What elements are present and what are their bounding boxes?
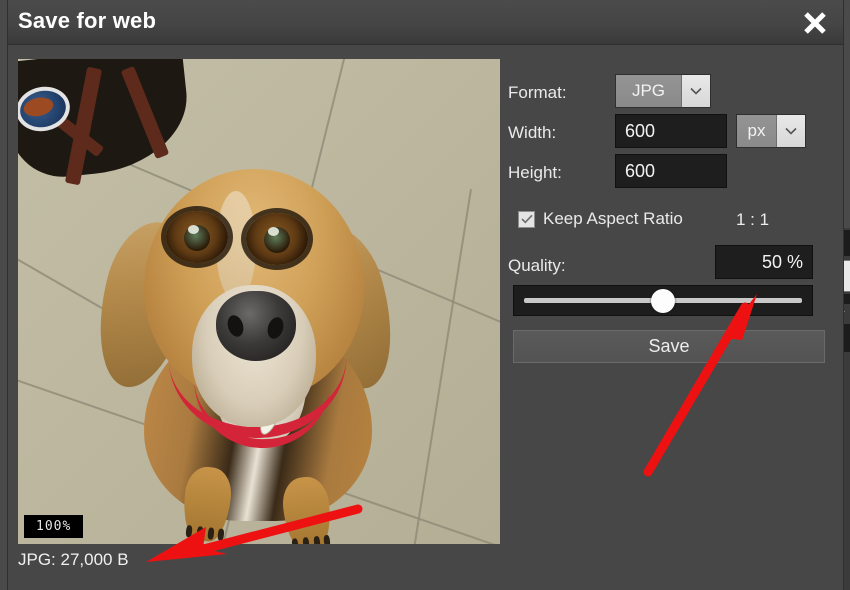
aspect-ratio-value: 1 : 1	[736, 210, 770, 229]
dialog-title: Save for web	[18, 8, 157, 33]
units-value: px	[737, 115, 776, 147]
height-input[interactable]: 600	[615, 154, 727, 188]
format-value: JPG	[616, 75, 681, 107]
preview-photo: 100%	[18, 59, 500, 544]
close-button[interactable]	[795, 2, 835, 42]
dialog-titlebar: Save for web	[8, 0, 843, 45]
save-button-label: Save	[648, 336, 690, 356]
quality-slider-handle[interactable]	[651, 288, 675, 313]
units-select[interactable]: px	[736, 114, 806, 148]
quality-slider-track	[524, 288, 802, 313]
keep-aspect-ratio-label: Keep Aspect Ratio	[543, 209, 683, 228]
zoom-level-badge: 100%	[24, 515, 84, 538]
quality-slider[interactable]	[513, 285, 813, 316]
format-select[interactable]: JPG	[615, 74, 711, 108]
save-button[interactable]: Save	[513, 330, 825, 363]
height-label: Height:	[508, 163, 562, 182]
file-size-label: JPG: 27,000 B	[18, 550, 129, 569]
save-for-web-dialog: Save for web 100% JPG: 27,000 B Format: …	[8, 0, 843, 590]
close-x-icon	[804, 12, 826, 34]
background-left-strip	[0, 0, 8, 590]
image-preview[interactable]: 100%	[18, 59, 500, 544]
checkmark-icon	[518, 210, 535, 228]
quality-label: Quality:	[508, 256, 566, 275]
dialog-body: 100% JPG: 27,000 B Format: JPG Width: 60…	[8, 45, 843, 590]
format-label: Format:	[508, 83, 567, 102]
keep-aspect-ratio-checkbox[interactable]: Keep Aspect Ratio	[518, 209, 683, 229]
width-input[interactable]: 600	[615, 114, 727, 148]
chevron-down-icon	[681, 75, 710, 107]
width-label: Width:	[508, 123, 557, 142]
chevron-down-icon	[776, 115, 805, 147]
dog-figure	[82, 95, 426, 544]
screen: r Save for web	[0, 0, 850, 590]
quality-input[interactable]: 50 %	[715, 245, 813, 279]
